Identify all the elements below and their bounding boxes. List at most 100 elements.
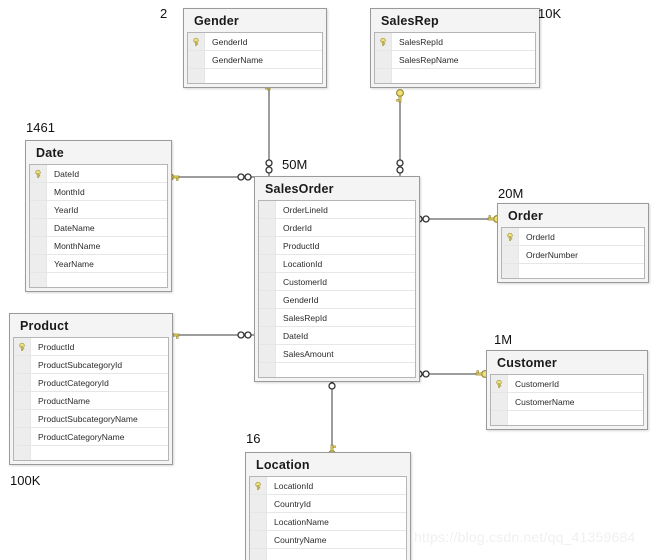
field-row[interactable]: CountryId <box>250 495 406 513</box>
entity-table-salesrep[interactable]: SalesRep SalesRepId SalesRepName <box>370 8 540 88</box>
entity-fields-customer: CustomerId CustomerName <box>490 374 644 426</box>
field-row[interactable]: DateId <box>259 327 415 345</box>
entity-table-location[interactable]: Location LocationId CountryId LocationNa… <box>245 452 411 560</box>
field-row[interactable]: ProductSubcategoryName <box>14 410 168 428</box>
field-gutter <box>14 356 31 373</box>
field-row[interactable]: CustomerName <box>491 393 643 411</box>
field-gutter <box>14 338 31 355</box>
field-row[interactable]: SalesRepId <box>375 33 535 51</box>
field-name: ProductCategoryName <box>38 431 125 442</box>
entity-table-date[interactable]: Date DateId MonthId YearId DateName Mont… <box>25 140 172 292</box>
field-gutter <box>14 410 31 427</box>
entity-fields-salesrep: SalesRepId SalesRepName <box>374 32 536 84</box>
field-row[interactable]: ProductId <box>14 338 168 356</box>
field-name: SalesAmount <box>283 348 334 359</box>
field-row[interactable]: CustomerId <box>491 375 643 393</box>
field-name: SalesRepName <box>399 54 459 65</box>
entity-fields-date: DateId MonthId YearId DateName MonthName… <box>29 164 168 288</box>
field-name: OrderNumber <box>526 249 578 260</box>
primary-key-icon <box>193 37 199 46</box>
entity-title-customer: Customer <box>497 356 557 370</box>
primary-key-icon <box>507 232 513 241</box>
field-row[interactable]: GenderId <box>188 33 322 51</box>
entity-title-order: Order <box>508 209 544 223</box>
entity-title-product: Product <box>20 319 69 333</box>
relationship-key-endpoint-salesrep <box>396 89 404 103</box>
field-name: DateId <box>54 168 80 179</box>
rowcount-label-location: 16 <box>246 431 261 446</box>
field-row[interactable]: CustomerId <box>259 273 415 291</box>
field-row[interactable]: YearId <box>30 201 167 219</box>
field-row[interactable]: SalesAmount <box>259 345 415 363</box>
field-gutter <box>375 51 392 68</box>
field-gutter <box>14 392 31 409</box>
field-row[interactable]: OrderNumber <box>502 246 644 264</box>
field-gutter <box>250 531 267 548</box>
entity-title-date: Date <box>36 146 64 160</box>
entity-table-product[interactable]: Product ProductId ProductSubcategoryId P… <box>9 313 173 465</box>
entity-fields-gender: GenderId GenderName <box>187 32 323 84</box>
field-row[interactable]: CountryName <box>250 531 406 549</box>
field-gutter <box>14 446 31 460</box>
field-name: CustomerId <box>283 276 327 287</box>
entity-table-salesorder[interactable]: SalesOrder OrderLineId OrderId ProductId… <box>254 176 420 382</box>
field-gutter <box>30 165 47 182</box>
entity-title-gender: Gender <box>194 14 239 28</box>
field-row[interactable]: GenderId <box>259 291 415 309</box>
field-gutter <box>375 69 392 83</box>
primary-key-icon <box>496 379 502 388</box>
entity-title-salesorder: SalesOrder <box>265 182 334 196</box>
field-gutter <box>250 549 267 560</box>
entity-title-location: Location <box>256 458 310 472</box>
field-gutter <box>30 255 47 272</box>
field-name: CountryId <box>274 498 311 509</box>
entity-table-order[interactable]: Order OrderId OrderNumber <box>497 203 649 283</box>
field-row[interactable]: ProductCategoryName <box>14 428 168 446</box>
rowcount-label-product: 100K <box>10 473 41 488</box>
field-gutter <box>491 375 508 392</box>
field-name: ProductId <box>38 341 75 352</box>
field-row[interactable]: LocationId <box>250 477 406 495</box>
field-row[interactable]: OrderId <box>259 219 415 237</box>
field-row[interactable]: LocationId <box>259 255 415 273</box>
field-row[interactable]: ProductCategoryId <box>14 374 168 392</box>
entity-table-customer[interactable]: Customer CustomerId CustomerName <box>486 350 648 430</box>
field-gutter <box>259 363 276 377</box>
field-row-filler <box>14 446 168 460</box>
field-row[interactable]: OrderLineId <box>259 201 415 219</box>
field-row[interactable]: YearName <box>30 255 167 273</box>
field-name: MonthName <box>54 240 101 251</box>
field-gutter <box>188 69 205 83</box>
erd-diagram-canvas: https://blog.csdn.net/qq_41359684 2 10K … <box>0 0 666 560</box>
field-name: ProductSubcategoryId <box>38 359 123 370</box>
field-gutter <box>250 513 267 530</box>
primary-key-icon <box>19 342 25 351</box>
field-gutter <box>250 495 267 512</box>
field-row[interactable]: DateId <box>30 165 167 183</box>
field-row[interactable]: GenderName <box>188 51 322 69</box>
primary-key-icon <box>380 37 386 46</box>
rowcount-label-salesrep: 10K <box>538 6 562 21</box>
field-name: LocationName <box>274 516 329 527</box>
field-row[interactable]: OrderId <box>502 228 644 246</box>
field-row-filler <box>375 69 535 83</box>
field-name: GenderId <box>212 36 248 47</box>
field-row[interactable]: MonthId <box>30 183 167 201</box>
field-row[interactable]: MonthName <box>30 237 167 255</box>
field-row[interactable]: ProductSubcategoryId <box>14 356 168 374</box>
field-name: SalesRepId <box>283 312 327 323</box>
field-gutter <box>502 246 519 263</box>
field-row[interactable]: ProductName <box>14 392 168 410</box>
field-row[interactable]: ProductId <box>259 237 415 255</box>
field-gutter <box>14 374 31 391</box>
field-row[interactable]: SalesRepName <box>375 51 535 69</box>
field-row-filler <box>188 69 322 83</box>
field-name: YearName <box>54 258 94 269</box>
field-row[interactable]: SalesRepId <box>259 309 415 327</box>
field-gutter <box>188 33 205 50</box>
field-row[interactable]: LocationName <box>250 513 406 531</box>
entity-table-gender[interactable]: Gender GenderId GenderName <box>183 8 327 88</box>
field-name: CountryName <box>274 534 327 545</box>
field-gutter <box>30 183 47 200</box>
field-row[interactable]: DateName <box>30 219 167 237</box>
